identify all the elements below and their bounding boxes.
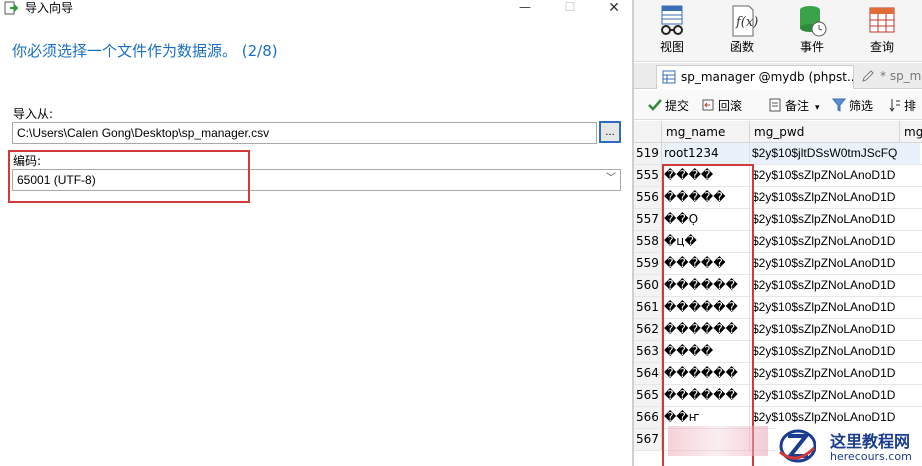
commit-label: 提交: [665, 99, 690, 113]
cell-mg-pwd[interactable]: $2y$10$sZlpZNoLAnoD1D: [750, 209, 920, 230]
action-bar: 提交 回滚 备注 ▾ 筛选 排: [634, 90, 922, 120]
tab-sp-ma-design[interactable]: * sp_ma: [856, 65, 922, 89]
commit-button[interactable]: 提交: [648, 98, 689, 113]
row-number[interactable]: 564: [634, 363, 662, 384]
toolbar-query-button[interactable]: 查询: [857, 4, 907, 54]
event-icon: [800, 6, 827, 37]
browse-button[interactable]: ...: [599, 121, 621, 143]
query-icon: [869, 7, 895, 33]
design-pencil-icon: [862, 70, 874, 82]
close-button[interactable]: ✕: [600, 0, 628, 16]
watermark-cn-text: 这里教程网: [830, 432, 911, 451]
cell-mg-pwd[interactable]: $2y$10$sZlpZNoLAnoD1D: [750, 363, 920, 384]
cell-mg-pwd[interactable]: $2y$10$jltDSsW0tmJScFQ: [750, 143, 920, 164]
table-row[interactable]: 519 root1234 $2y$10$jltDSsW0tmJScFQ: [634, 143, 922, 165]
row-number[interactable]: 560: [634, 275, 662, 296]
row-number[interactable]: 563: [634, 341, 662, 362]
tab-label: * sp_ma: [880, 69, 922, 83]
view-icon: [661, 5, 683, 35]
step-heading: 你必须选择一个文件作为数据源。 (2/8): [12, 42, 278, 60]
minimize-button[interactable]: —: [511, 0, 539, 16]
maximize-button[interactable]: ☐: [556, 0, 584, 16]
filter-label: 筛选: [849, 99, 874, 113]
cell-mg-pwd[interactable]: $2y$10$sZlpZNoLAnoD1D: [750, 275, 920, 296]
chevron-down-icon: ﹀: [606, 173, 616, 184]
row-number[interactable]: 519: [634, 143, 662, 164]
rollback-label: 回滚: [718, 99, 743, 113]
window-title: 导入向导: [25, 1, 74, 15]
toolbar-view-label: 视图: [659, 40, 684, 54]
column-header-mg-name[interactable]: mg_name: [662, 121, 750, 143]
filter-icon: [832, 98, 846, 112]
tab-bar: sp_manager @mydb (phpst... * sp_ma: [634, 63, 922, 89]
note-button[interactable]: 备注 ▾: [768, 98, 820, 115]
rollback-icon: [702, 99, 714, 111]
import-path-field[interactable]: C:\Users\Calen Gong\Desktop\sp_manager.c…: [12, 122, 597, 144]
row-number[interactable]: 559: [634, 253, 662, 274]
cell-mg-pwd[interactable]: $2y$10$sZlpZNoLAnoD1D: [750, 319, 920, 340]
column-header-mg-more[interactable]: mg_: [900, 121, 922, 143]
toolbar-event-label: 事件: [799, 40, 824, 54]
import-from-label: 导入从:: [13, 107, 54, 121]
cell-mg-pwd[interactable]: $2y$10$sZlpZNoLAnoD1D: [750, 187, 920, 208]
encoding-highlight-box: [8, 150, 250, 203]
watermark: 这里教程网 herecours.com: [776, 424, 922, 466]
cell-mg-pwd[interactable]: $2y$10$sZlpZNoLAnoD1D: [750, 165, 920, 186]
import-wizard-dialog: 导入向导 — ☐ ✕ 你必须选择一个文件作为数据源。 (2/8) 导入从: C:…: [0, 0, 632, 466]
row-number[interactable]: 556: [634, 187, 662, 208]
garbled-names-highlight-box: [662, 164, 754, 466]
main-toolbar: 视图 f(x) 函数 事件 查询: [634, 0, 922, 62]
row-number[interactable]: 562: [634, 319, 662, 340]
function-icon: f(x): [732, 5, 758, 37]
toolbar-function-label: 函数: [729, 40, 754, 54]
tab-sp-manager[interactable]: sp_manager @mydb (phpst...: [656, 65, 854, 89]
sort-icon: [889, 99, 900, 112]
tab-label: sp_manager @mydb (phpst...: [681, 70, 854, 84]
z-logo-icon: [779, 429, 816, 463]
watermark-en-text: herecours.com: [830, 450, 912, 463]
note-icon: [769, 98, 781, 112]
table-icon: [662, 70, 676, 84]
cell-mg-name[interactable]: root1234: [662, 143, 750, 164]
toolbar-query-label: 查询: [869, 40, 894, 54]
sort-button[interactable]: 排: [889, 98, 916, 113]
note-dropdown-icon: ▾: [815, 103, 820, 113]
row-number[interactable]: 557: [634, 209, 662, 230]
row-number[interactable]: 561: [634, 297, 662, 318]
note-label: 备注: [785, 99, 810, 113]
row-number[interactable]: 565: [634, 385, 662, 406]
column-header-mg-pwd[interactable]: mg_pwd: [750, 121, 900, 143]
blurred-region: [668, 426, 768, 456]
filter-button[interactable]: 筛选: [832, 98, 873, 113]
cell-mg-pwd[interactable]: $2y$10$sZlpZNoLAnoD1D: [750, 231, 920, 252]
row-number[interactable]: 558: [634, 231, 662, 252]
cell-mg-pwd[interactable]: $2y$10$sZlpZNoLAnoD1D: [750, 297, 920, 318]
cell-mg-pwd[interactable]: $2y$10$sZlpZNoLAnoD1D: [750, 385, 920, 406]
toolbar-event-button[interactable]: 事件: [787, 4, 837, 54]
cell-mg-pwd[interactable]: $2y$10$sZlpZNoLAnoD1D: [750, 253, 920, 274]
title-bar: 导入向导 — ☐ ✕: [0, 0, 632, 18]
row-number[interactable]: 567: [634, 429, 662, 450]
grid-header-row: mg_name mg_pwd mg_: [634, 121, 922, 143]
check-icon: [648, 99, 662, 111]
cell-mg-pwd[interactable]: $2y$10$sZlpZNoLAnoD1D: [750, 341, 920, 362]
rollback-button[interactable]: 回滚: [701, 98, 742, 113]
row-number[interactable]: 566: [634, 407, 662, 428]
svg-text:f(x): f(x): [735, 15, 758, 30]
toolbar-function-button[interactable]: f(x) 函数: [717, 4, 767, 54]
sort-label: 排: [904, 99, 917, 113]
import-wizard-icon: [4, 1, 18, 15]
row-number-header: [634, 121, 662, 143]
row-number[interactable]: 555: [634, 165, 662, 186]
toolbar-view-button[interactable]: 视图: [647, 4, 697, 54]
